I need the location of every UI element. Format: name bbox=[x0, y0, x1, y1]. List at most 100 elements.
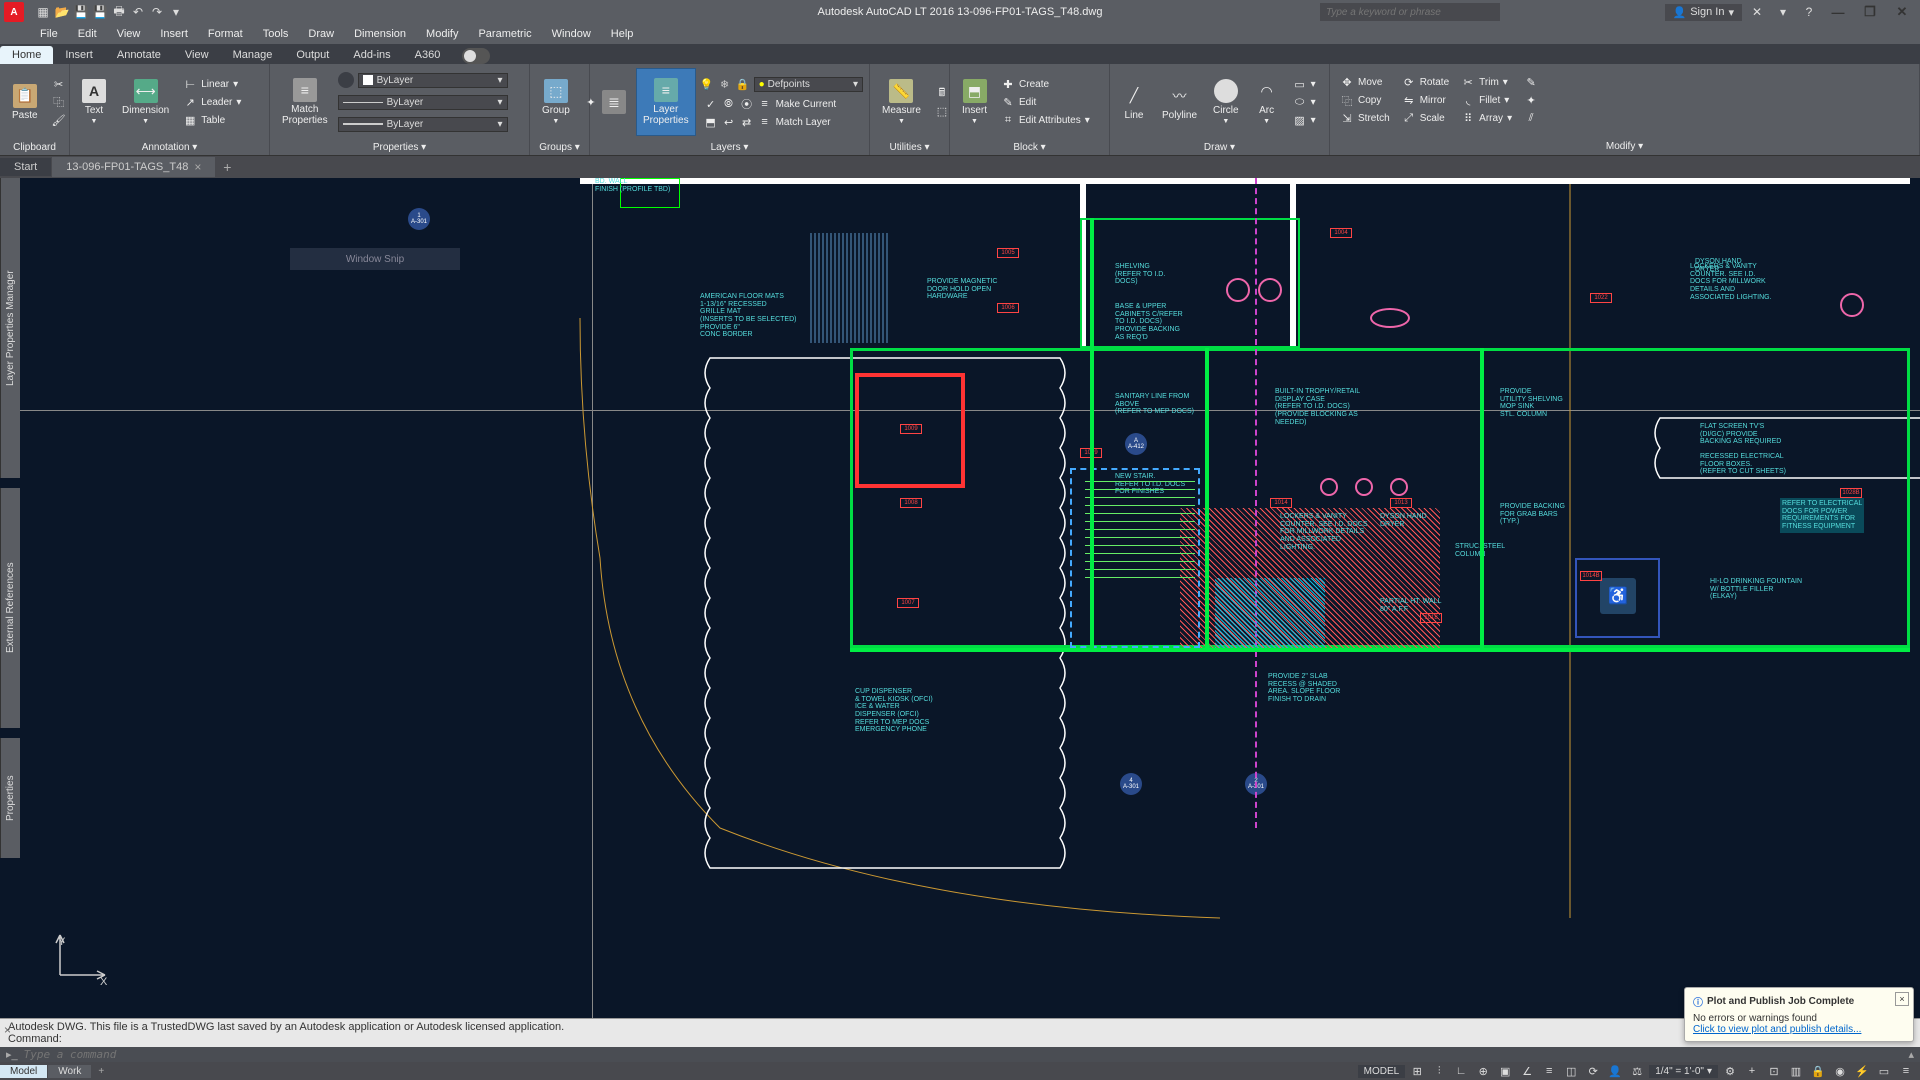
qat-new-icon[interactable]: ▦ bbox=[34, 3, 52, 21]
qat-save-icon[interactable]: 💾 bbox=[72, 3, 90, 21]
signin-button[interactable]: 👤Sign In▾ bbox=[1665, 4, 1742, 21]
osnap-toggle-icon[interactable]: ▣ bbox=[1495, 1063, 1515, 1079]
menu-view[interactable]: View bbox=[107, 26, 151, 42]
annotation-monitor-icon[interactable]: + bbox=[1742, 1063, 1762, 1079]
panel-title-utilities[interactable]: Utilities ▾ bbox=[870, 140, 949, 155]
layer-lock-icon[interactable]: 🔒 bbox=[736, 77, 750, 91]
file-tab-document[interactable]: 13-096-FP01-TAGS_T48× bbox=[52, 157, 215, 177]
panel-title-layers[interactable]: Layers ▾ bbox=[590, 140, 869, 155]
annoauto-icon[interactable]: ⚖ bbox=[1627, 1063, 1647, 1079]
paste-button[interactable]: 📋Paste bbox=[6, 68, 44, 136]
linetype-dropdown[interactable]: ByLayer▾ bbox=[338, 95, 508, 110]
hardware-accel-icon[interactable]: ⚡ bbox=[1852, 1063, 1872, 1079]
erase-button[interactable]: ✎ bbox=[1520, 75, 1542, 91]
notification-details-link[interactable]: Click to view plot and publish details..… bbox=[1693, 1024, 1905, 1035]
circle-button[interactable]: Circle▼ bbox=[1207, 68, 1245, 136]
panel-title-draw[interactable]: Draw ▾ bbox=[1110, 140, 1329, 155]
app-menu-icon[interactable]: A bbox=[4, 2, 24, 22]
color-dropdown[interactable]: ByLayer▾ bbox=[358, 73, 508, 88]
file-tab-start[interactable]: Start bbox=[0, 158, 51, 176]
isolate-icon[interactable]: ⦾ bbox=[722, 97, 736, 111]
polar-toggle-icon[interactable]: ⊕ bbox=[1473, 1063, 1493, 1079]
scale-button[interactable]: ⤢Scale bbox=[1398, 111, 1453, 127]
menu-parametric[interactable]: Parametric bbox=[468, 26, 541, 42]
menu-tools[interactable]: Tools bbox=[253, 26, 299, 42]
explode-button[interactable]: ✦ bbox=[1520, 93, 1542, 109]
lineweight-dropdown[interactable]: ByLayer▾ bbox=[338, 117, 508, 132]
lock-ui-icon[interactable]: 🔒 bbox=[1808, 1063, 1828, 1079]
quickprops-icon[interactable]: ▥ bbox=[1786, 1063, 1806, 1079]
insert-block-button[interactable]: ⬒Insert▼ bbox=[956, 68, 993, 136]
menu-help[interactable]: Help bbox=[601, 26, 644, 42]
menu-window[interactable]: Window bbox=[542, 26, 601, 42]
mirror-button[interactable]: ⇋Mirror bbox=[1398, 93, 1453, 109]
clean-screen-icon[interactable]: ▭ bbox=[1874, 1063, 1894, 1079]
stretch-button[interactable]: ⇲Stretch bbox=[1336, 111, 1394, 127]
copy-button[interactable]: ⿻ bbox=[48, 94, 70, 110]
isolate-objects-icon[interactable]: ◉ bbox=[1830, 1063, 1850, 1079]
ribbon-minimize-toggle[interactable] bbox=[462, 48, 490, 64]
file-tab-close-icon[interactable]: × bbox=[194, 160, 201, 174]
help-search-input[interactable] bbox=[1320, 3, 1500, 21]
qat-open-icon[interactable]: 📂 bbox=[53, 3, 71, 21]
panel-title-block[interactable]: Block ▾ bbox=[950, 140, 1109, 155]
match-layer-button[interactable]: ⬒↩⇄≡Match Layer bbox=[700, 114, 863, 130]
measure-button[interactable]: 📏Measure▼ bbox=[876, 68, 927, 136]
lweight-toggle-icon[interactable]: ≡ bbox=[1539, 1063, 1559, 1079]
exchange-apps-icon[interactable]: ✕ bbox=[1746, 3, 1768, 21]
qat-undo-icon[interactable]: ↶ bbox=[129, 3, 147, 21]
ribbon-tab-addins[interactable]: Add-ins bbox=[341, 46, 402, 64]
notification-close-icon[interactable]: × bbox=[1895, 992, 1909, 1006]
restore-button[interactable]: ❐ bbox=[1856, 1, 1884, 23]
menu-dimension[interactable]: Dimension bbox=[344, 26, 416, 42]
unisolate-icon[interactable]: ⦿ bbox=[740, 97, 754, 111]
menu-insert[interactable]: Insert bbox=[150, 26, 198, 42]
trim-button[interactable]: ✂Trim▾ bbox=[1457, 75, 1516, 91]
layout-add-button[interactable]: + bbox=[92, 1065, 110, 1078]
arc-button[interactable]: ◠Arc▼ bbox=[1249, 68, 1285, 136]
layer-dropdown[interactable]: ●Defpoints▾ bbox=[754, 77, 863, 92]
hatch-button[interactable]: ▨▾ bbox=[1289, 112, 1320, 128]
layer-freeze-icon[interactable]: ❄ bbox=[718, 77, 732, 91]
units-icon[interactable]: ⊡ bbox=[1764, 1063, 1784, 1079]
minimize-button[interactable]: — bbox=[1824, 1, 1852, 23]
panel-title-annotation[interactable]: Annotation ▾ bbox=[70, 140, 269, 155]
layer-gallery-button[interactable]: ≣ bbox=[596, 68, 632, 136]
cut-button[interactable]: ✂ bbox=[48, 76, 70, 92]
cmdline-close-icon[interactable]: × bbox=[4, 1023, 11, 1037]
layer-properties-button[interactable]: ≡Layer Properties bbox=[636, 68, 696, 136]
otrack-toggle-icon[interactable]: ∠ bbox=[1517, 1063, 1537, 1079]
qat-plot-icon[interactable]: 🖶 bbox=[110, 3, 128, 21]
rectangle-button[interactable]: ▭▾ bbox=[1289, 76, 1320, 92]
grid-toggle-icon[interactable]: ⊞ bbox=[1407, 1063, 1427, 1079]
text-button[interactable]: AText▼ bbox=[76, 68, 112, 136]
edit-block-button[interactable]: ✎Edit bbox=[997, 94, 1094, 110]
panel-title-modify[interactable]: Modify ▾ bbox=[1330, 137, 1919, 155]
menu-file[interactable]: File bbox=[30, 26, 68, 42]
rotate-button[interactable]: ⟳Rotate bbox=[1398, 75, 1453, 91]
layer-palette-tab[interactable]: Layer Properties Manager bbox=[0, 178, 20, 478]
modelspace-toggle[interactable]: MODEL bbox=[1358, 1065, 1406, 1078]
dimension-button[interactable]: ⟷Dimension▼ bbox=[116, 68, 175, 136]
layout-tab-work[interactable]: Work bbox=[48, 1065, 91, 1078]
properties-palette-tab[interactable]: Properties bbox=[0, 738, 20, 858]
drawing-canvas[interactable]: Window Snip 1A-301 AA-412 4A-301 2A-301 … bbox=[20, 178, 1920, 1018]
group-button[interactable]: ⬚Group▼ bbox=[536, 68, 576, 136]
command-input[interactable] bbox=[24, 1048, 1903, 1061]
file-tab-add-button[interactable]: + bbox=[216, 159, 238, 175]
edit-attributes-button[interactable]: ⌗Edit Attributes▾ bbox=[997, 112, 1094, 128]
match-properties-button[interactable]: ≡Match Properties bbox=[276, 68, 334, 136]
cycling-toggle-icon[interactable]: ⟳ bbox=[1583, 1063, 1603, 1079]
qat-saveas-icon[interactable]: 💾 bbox=[91, 3, 109, 21]
layout-tab-model[interactable]: Model bbox=[0, 1065, 47, 1078]
line-button[interactable]: ╱Line bbox=[1116, 68, 1152, 136]
panel-title-clipboard[interactable]: Clipboard bbox=[0, 140, 69, 155]
copyclip-button[interactable]: 🖌 bbox=[48, 112, 70, 128]
layprev-icon[interactable]: ↩ bbox=[722, 115, 736, 129]
linear-button[interactable]: ⊢Linear▾ bbox=[179, 76, 245, 92]
ellipse-button[interactable]: ⬭▾ bbox=[1289, 94, 1320, 110]
transparency-toggle-icon[interactable]: ◫ bbox=[1561, 1063, 1581, 1079]
stay-connected-icon[interactable]: ▾ bbox=[1772, 3, 1794, 21]
annoscale-icon[interactable]: 👤 bbox=[1605, 1063, 1625, 1079]
ribbon-tab-insert[interactable]: Insert bbox=[53, 46, 105, 64]
